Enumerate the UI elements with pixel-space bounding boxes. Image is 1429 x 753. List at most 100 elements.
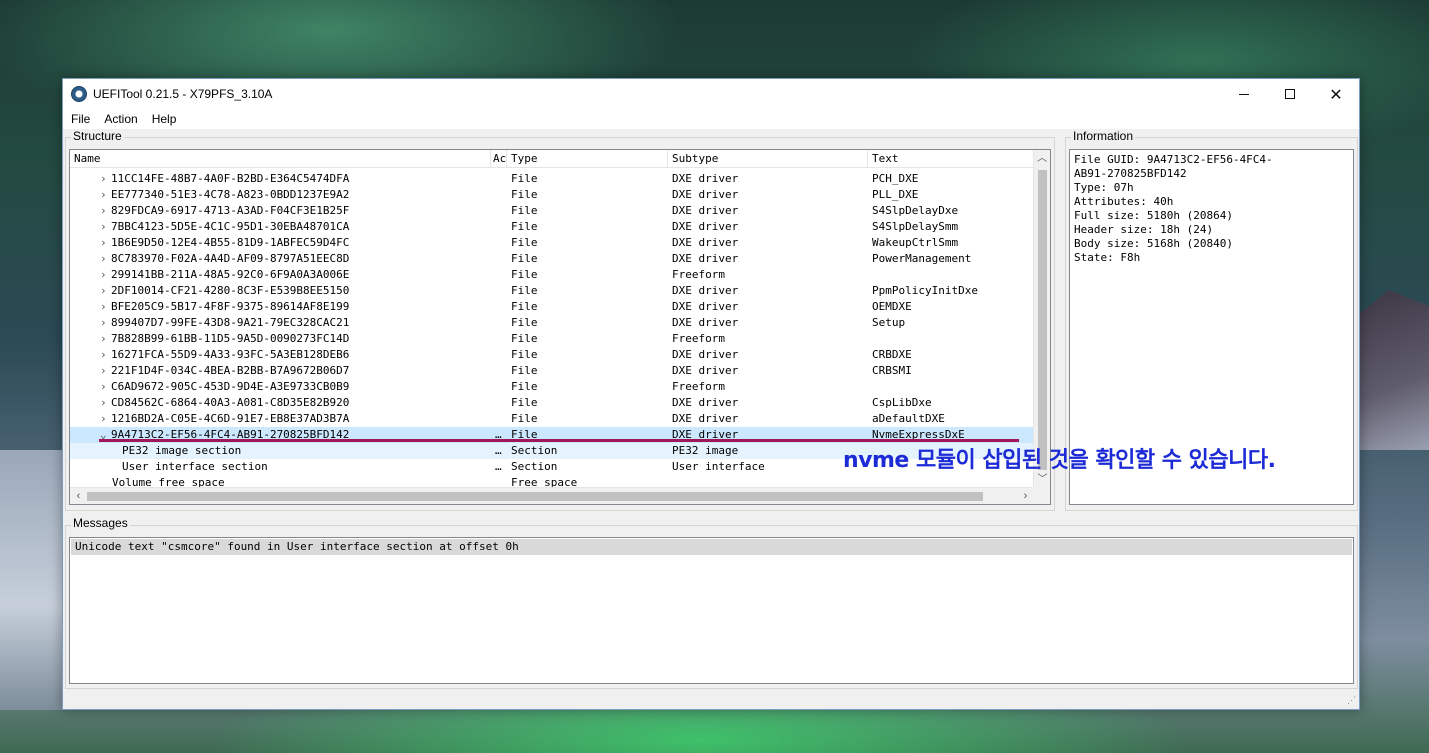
tree-cell-name: PE32 image section (70, 443, 491, 459)
chevron-right-icon[interactable]: › (100, 331, 110, 347)
tree-cell-name: › 16271FCA-55D9-4A33-93FC-5A3EB128DEB6 (70, 347, 491, 363)
chevron-right-icon[interactable]: › (100, 203, 110, 219)
tree-cell-subtype: Freeform (672, 332, 725, 345)
tree-cell-type: Section (511, 460, 558, 473)
tree-cell-type: File (511, 316, 538, 329)
tree-row-name: C6AD9672-905C-453D-9D4E-A3E9733CB0B9 (111, 380, 350, 393)
chevron-right-icon[interactable]: › (100, 347, 110, 363)
tree-row[interactable]: › 2DF10014-CF21-4280-8C3F-E539B8EE5150 Fil… (70, 283, 1034, 299)
tree-cell-text: CspLibDxe (872, 396, 932, 409)
column-header-name[interactable]: Name (70, 150, 491, 168)
scroll-left-icon[interactable]: ‹ (70, 488, 87, 504)
tree-row[interactable]: › 1B6E9D50-12E4-4B55-81D9-1ABFEC59D4FC Fil… (70, 235, 1034, 251)
tree-vertical-scrollbar[interactable]: ︿ ﹀ (1033, 150, 1050, 488)
tree-row[interactable]: › 7B828B99-61BB-11D5-9A5D-0090273FC14D Fil… (70, 331, 1034, 347)
chevron-right-icon[interactable]: › (100, 411, 110, 427)
tree-cell-text: S4SlpDelayDxe (872, 204, 959, 217)
tree-row[interactable]: › 221F1D4F-034C-4BEA-B2BB-B7A9672B06D7 Fil… (70, 363, 1034, 379)
tree-cell-action (491, 283, 507, 299)
tree-cell-subtype: Freeform (672, 268, 725, 281)
tree-row[interactable]: › 11CC14FE-48B7-4A0F-B2BD-E364C5474DFA Fil… (70, 171, 1034, 187)
tree-cell-name: › 829FDCA9-6917-4713-A3AD-F04CF3E1B25F (70, 203, 491, 219)
tree-row[interactable]: › EE777340-51E3-4C78-A823-0BDD1237E9A2 Fil… (70, 187, 1034, 203)
resize-grip-icon[interactable]: ⋰ (1347, 695, 1356, 706)
menu-help[interactable]: Help (152, 112, 177, 126)
close-button[interactable]: ✕ (1313, 79, 1359, 109)
chevron-right-icon[interactable]: › (100, 379, 110, 395)
tree-cell-name: › 1216BD2A-C05E-4C6D-91E7-EB8E37AD3B7A (70, 411, 491, 427)
scroll-up-icon[interactable]: ︿ (1034, 150, 1050, 167)
tree-cell-subtype: DXE driver (672, 412, 739, 425)
column-header-type[interactable]: Type (507, 150, 668, 168)
maximize-button[interactable] (1267, 79, 1313, 109)
tree-cell-type: File (511, 268, 538, 281)
tree-cell-text: PLL_DXE (872, 188, 919, 201)
maximize-icon (1285, 89, 1295, 99)
tree-cell-name: › 7B828B99-61BB-11D5-9A5D-0090273FC14D (70, 331, 491, 347)
scroll-corner (1033, 487, 1050, 504)
column-header-action[interactable]: Ac (491, 150, 507, 168)
tree-row[interactable]: › 7BBC4123-5D5E-4C1C-95D1-30EBA48701CA Fil… (70, 219, 1034, 235)
tree-row-name: 221F1D4F-034C-4BEA-B2BB-B7A9672B06D7 (111, 364, 350, 377)
tree-row-name: 7B828B99-61BB-11D5-9A5D-0090273FC14D (111, 332, 350, 345)
tree-row[interactable]: › C6AD9672-905C-453D-9D4E-A3E9733CB0B9 Fil… (70, 379, 1034, 395)
tree-row[interactable]: › 16271FCA-55D9-4A33-93FC-5A3EB128DEB6 Fil… (70, 347, 1034, 363)
minimize-button[interactable] (1221, 79, 1267, 109)
tree-row-name: 1216BD2A-C05E-4C6D-91E7-EB8E37AD3B7A (111, 412, 350, 425)
tree-cell-action (491, 267, 507, 283)
tree-cell-name: › 299141BB-211A-48A5-92C0-6F9A0A3A006E (70, 267, 491, 283)
tree-cell-type: Section (511, 444, 558, 457)
tree-row[interactable]: › 8C783970-F02A-4A4D-AF09-8797A51EEC8D Fil… (70, 251, 1034, 267)
chevron-right-icon[interactable]: › (100, 363, 110, 379)
tree-cell-type: File (511, 252, 538, 265)
tree-row[interactable]: › 1216BD2A-C05E-4C6D-91E7-EB8E37AD3B7A Fil… (70, 411, 1034, 427)
chevron-right-icon[interactable]: › (100, 219, 110, 235)
tree-row[interactable]: › 829FDCA9-6917-4713-A3AD-F04CF3E1B25F Fil… (70, 203, 1034, 219)
chevron-right-icon[interactable]: › (100, 315, 110, 331)
chevron-right-icon[interactable]: › (100, 283, 110, 299)
menu-file[interactable]: File (71, 112, 90, 126)
tree-cell-subtype: DXE driver (672, 220, 739, 233)
tree-row[interactable]: › CD84562C-6864-40A3-A081-C8D35E82B920 Fil… (70, 395, 1034, 411)
column-header-subtype[interactable]: Subtype (668, 150, 868, 168)
tree-cell-name: › 1B6E9D50-12E4-4B55-81D9-1ABFEC59D4FC (70, 235, 491, 251)
tree-cell-action (491, 251, 507, 267)
tree-cell-text: aDefaultDXE (872, 412, 945, 425)
app-window: UEFITool 0.21.5 - X79PFS_3.10A ✕ File Ac… (62, 78, 1360, 710)
chevron-right-icon[interactable]: › (100, 299, 110, 315)
tree-cell-name: › 221F1D4F-034C-4BEA-B2BB-B7A9672B06D7 (70, 363, 491, 379)
tree-cell-text: CRBSMI (872, 364, 912, 377)
tree-horizontal-scrollbar[interactable]: ‹ › (70, 487, 1034, 504)
column-header-text[interactable]: Text (868, 150, 1034, 168)
chevron-right-icon[interactable]: › (100, 395, 110, 411)
tree-row[interactable]: › 299141BB-211A-48A5-92C0-6F9A0A3A006E Fil… (70, 267, 1034, 283)
tree-cell-action (491, 331, 507, 347)
tree-cell-subtype: DXE driver (672, 236, 739, 249)
tree-cell-action (491, 411, 507, 427)
messages-list[interactable]: Unicode text "csmcore" found in User int… (69, 537, 1354, 684)
tree-cell-subtype: DXE driver (672, 188, 739, 201)
tree-cell-name: › 11CC14FE-48B7-4A0F-B2BD-E364C5474DFA (70, 171, 491, 187)
chevron-right-icon[interactable]: › (100, 171, 110, 187)
menu-action[interactable]: Action (104, 112, 137, 126)
chevron-right-icon[interactable]: › (100, 187, 110, 203)
chevron-right-icon[interactable]: › (100, 251, 110, 267)
tree-row-name: 16271FCA-55D9-4A33-93FC-5A3EB128DEB6 (111, 348, 350, 361)
message-item[interactable]: Unicode text "csmcore" found in User int… (71, 539, 1352, 555)
tree-cell-text (868, 379, 1034, 395)
tree-cell-name: › 8C783970-F02A-4A4D-AF09-8797A51EEC8D (70, 251, 491, 267)
tree-row-name: 8C783970-F02A-4A4D-AF09-8797A51EEC8D (111, 252, 350, 265)
tree-cell-subtype: DXE driver (672, 252, 739, 265)
tree-row[interactable]: › 899407D7-99FE-43D8-9A21-79EC328CAC21 Fil… (70, 315, 1034, 331)
scroll-right-icon[interactable]: › (1017, 488, 1034, 504)
tree-row[interactable]: › BFE205C9-5B17-4F8F-9375-89614AF8E199 Fil… (70, 299, 1034, 315)
chevron-right-icon[interactable]: › (100, 235, 110, 251)
horizontal-scroll-thumb[interactable] (87, 492, 983, 501)
title-bar[interactable]: UEFITool 0.21.5 - X79PFS_3.10A ✕ (63, 79, 1359, 109)
tree-cell-text: PpmPolicyInitDxe (872, 284, 978, 297)
tree-cell-action (491, 299, 507, 315)
background-snow (0, 450, 70, 710)
tree-cell-text: Setup (872, 316, 906, 329)
chevron-right-icon[interactable]: › (100, 267, 110, 283)
vertical-scroll-thumb[interactable] (1038, 170, 1047, 470)
